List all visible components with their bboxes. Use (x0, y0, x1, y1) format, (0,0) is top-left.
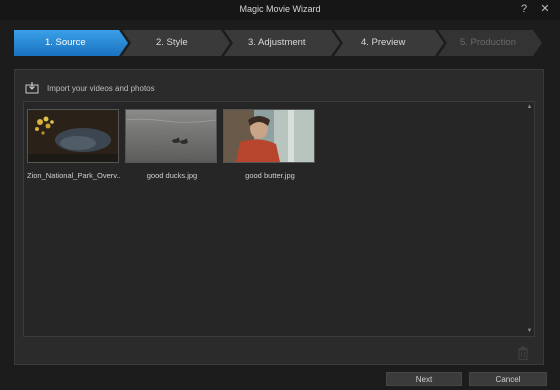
photo-thumbnail (125, 109, 217, 163)
photo-thumbnail (223, 109, 315, 163)
media-library: Zion_National_Park_Overv... good ducks.j… (23, 101, 535, 337)
step-label: 3. Adjustment (248, 37, 306, 48)
video-thumbnail (27, 109, 119, 163)
step-label: 4. Preview (361, 37, 406, 48)
step-label: 2. Style (156, 37, 188, 48)
next-button[interactable]: Next (386, 372, 462, 386)
import-icon (25, 82, 39, 94)
scroll-up-icon[interactable]: ▲ (525, 104, 534, 110)
step-production: 5. Production (438, 30, 542, 56)
zion-thumbnail-image (28, 110, 118, 162)
wizard-steps: 1. Source 2. Style 3. Adjustment 4. Prev… (14, 30, 542, 56)
media-caption: good ducks.jpg (146, 171, 198, 180)
step-style[interactable]: 2. Style (122, 30, 230, 56)
step-label: 1. Source (45, 37, 86, 48)
import-label: Import your videos and photos (47, 83, 155, 93)
step-adjustment[interactable]: 3. Adjustment (224, 30, 340, 56)
title-bar: Magic Movie Wizard ? ✕ (0, 0, 560, 20)
window-title: Magic Movie Wizard (239, 4, 321, 14)
step-label: 5. Production (460, 37, 516, 48)
step-preview[interactable]: 4. Preview (334, 30, 444, 56)
media-item-ducks[interactable]: good ducks.jpg (125, 109, 219, 180)
source-panel: Import your videos and photos Zion_Natio… (14, 69, 544, 365)
cancel-button[interactable]: Cancel (469, 372, 547, 386)
media-scrollbar[interactable]: ▲ ▼ (525, 102, 534, 336)
media-item-zion[interactable]: Zion_National_Park_Overv... (27, 109, 121, 180)
trash-icon[interactable] (517, 346, 529, 360)
scroll-down-icon[interactable]: ▼ (525, 328, 534, 334)
butter-thumbnail-image (224, 110, 314, 162)
media-caption: Zion_National_Park_Overv... (27, 171, 121, 180)
media-item-butter[interactable]: good butter.jpg (223, 109, 317, 180)
close-button[interactable]: ✕ (538, 2, 552, 16)
step-source[interactable]: 1. Source (14, 30, 128, 56)
help-button[interactable]: ? (517, 2, 531, 16)
import-button[interactable]: Import your videos and photos (25, 81, 155, 95)
ducks-thumbnail-image (126, 110, 216, 162)
media-caption: good butter.jpg (245, 171, 295, 180)
